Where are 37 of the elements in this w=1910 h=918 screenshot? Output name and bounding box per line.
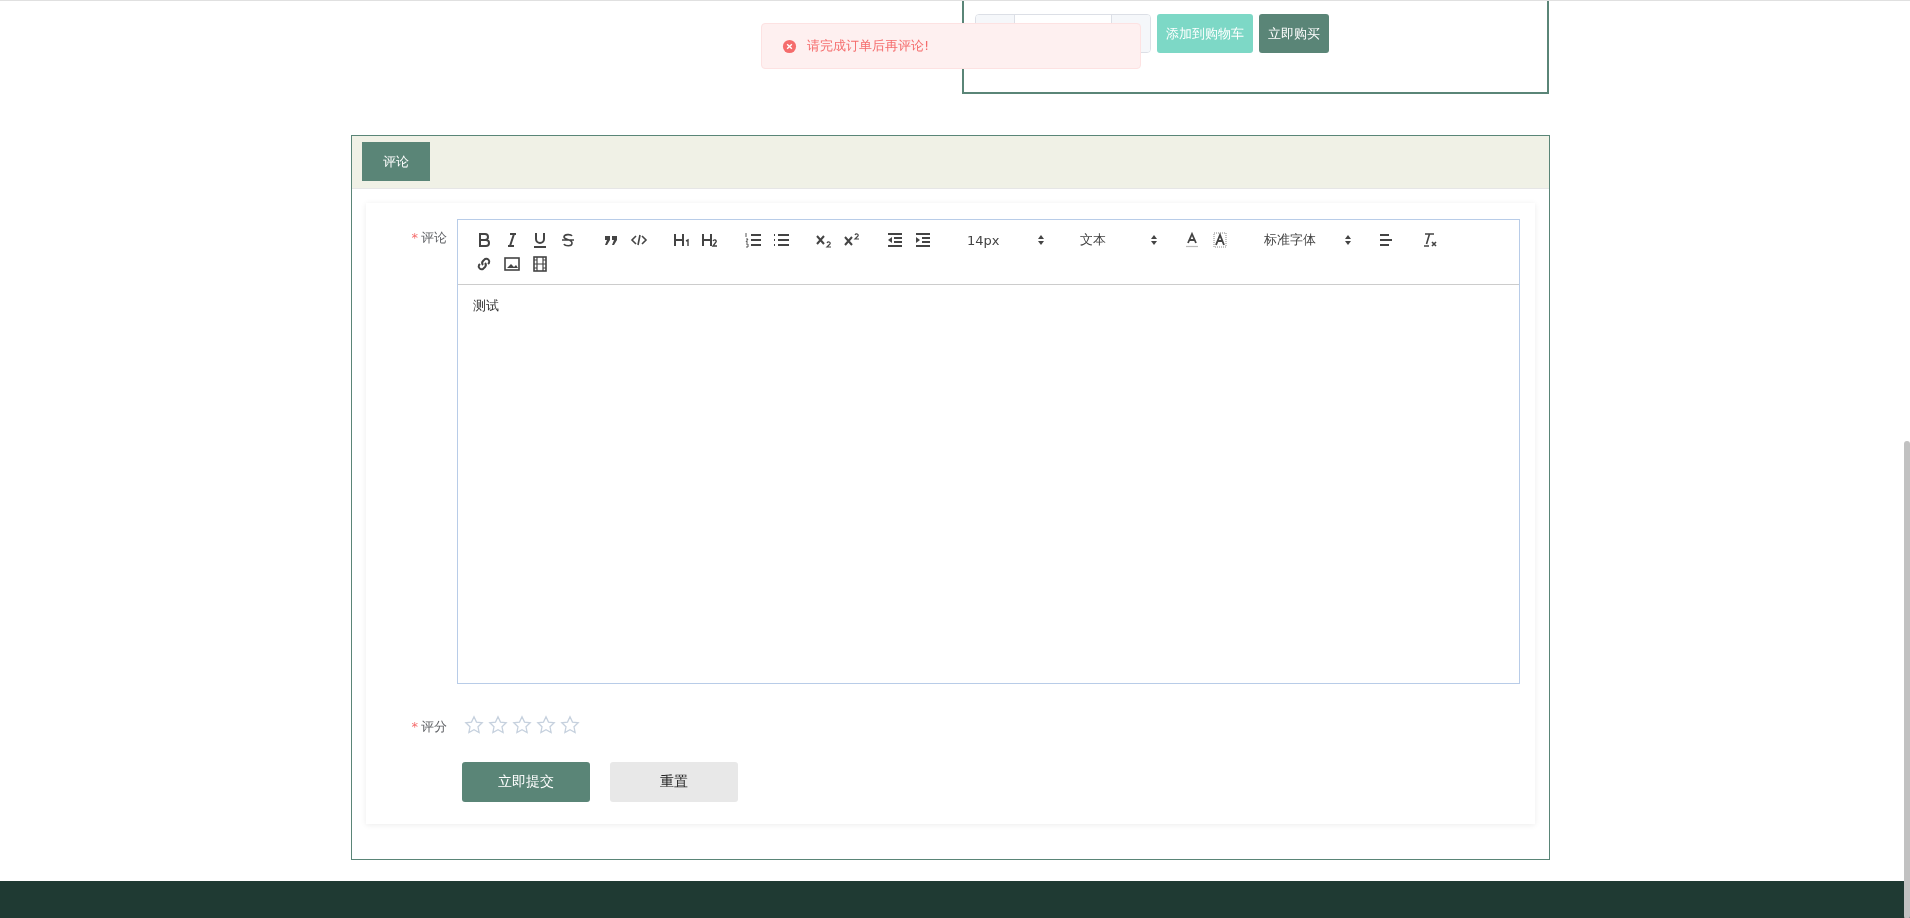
- font-family-select[interactable]: 标准字体: [1254, 231, 1352, 249]
- text-color-icon[interactable]: [1183, 231, 1201, 249]
- field-label: 评论: [421, 230, 447, 245]
- required-mark: *: [411, 719, 418, 734]
- underline-icon[interactable]: [531, 231, 549, 249]
- star-icon[interactable]: [512, 715, 532, 735]
- scrollbar[interactable]: [1904, 441, 1910, 918]
- product-button[interactable]: 立即购买: [1259, 14, 1329, 53]
- field-label: 评分: [421, 719, 447, 734]
- font-size-select[interactable]: 14px: [957, 232, 1045, 248]
- error-icon: [782, 38, 797, 54]
- form-button[interactable]: 重置: [610, 762, 738, 802]
- editor-text[interactable]: 测试: [458, 285, 1519, 683]
- ordered-list-icon[interactable]: [744, 231, 762, 249]
- star-icon[interactable]: [560, 715, 580, 735]
- sort-icon: [1150, 234, 1158, 246]
- toast-message: 请完成订单后再评论!: [807, 37, 930, 55]
- sort-icon: [1037, 234, 1045, 246]
- section-tab[interactable]: 评论: [362, 142, 430, 181]
- outdent-icon[interactable]: [886, 231, 904, 249]
- image-icon[interactable]: [503, 255, 521, 273]
- indent-icon[interactable]: [914, 231, 932, 249]
- video-icon[interactable]: [531, 255, 549, 273]
- strikethrough-icon[interactable]: [559, 231, 577, 249]
- required-mark: *: [411, 230, 418, 245]
- header-select[interactable]: 文本: [1070, 231, 1158, 249]
- star-icon[interactable]: [536, 715, 556, 735]
- link-icon[interactable]: [475, 255, 493, 273]
- heading-two-icon[interactable]: [701, 231, 719, 249]
- bullet-list-icon[interactable]: [772, 231, 790, 249]
- align-left-icon[interactable]: [1377, 231, 1395, 249]
- star-icon[interactable]: [464, 715, 484, 735]
- background-color-icon[interactable]: [1211, 231, 1229, 249]
- sort-icon: [1344, 234, 1352, 246]
- form-button[interactable]: 立即提交: [462, 762, 590, 802]
- heading-one-icon[interactable]: [673, 231, 691, 249]
- star-icon[interactable]: [488, 715, 508, 735]
